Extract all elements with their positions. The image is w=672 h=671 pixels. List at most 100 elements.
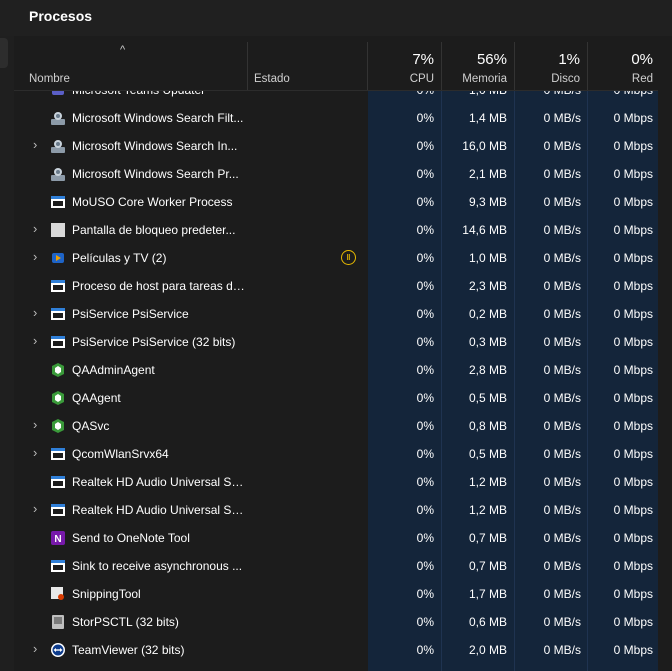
process-row[interactable]: › Pantalla de bloqueo predeter... 0% 14,6 M…: [14, 216, 658, 244]
network-value: 0 Mbps: [613, 251, 653, 265]
cpu-value: 0%: [416, 475, 434, 489]
process-name: QASvc: [72, 419, 110, 433]
expand-chevron-icon[interactable]: ›: [33, 333, 37, 348]
window-app-icon: [50, 306, 66, 322]
cpu-value: 0%: [416, 643, 434, 657]
column-name[interactable]: Nombre: [14, 36, 247, 90]
process-row[interactable]: StorPSCTL (32 bits) 0% 0,6 MB 0 MB/s 0 Mbps: [14, 608, 658, 636]
column-name-label: Nombre: [29, 73, 70, 85]
network-value: 0 Mbps: [613, 419, 653, 433]
network-value: 0 Mbps: [613, 559, 653, 573]
teamviewer-icon: [50, 642, 66, 658]
process-row[interactable]: MoUSO Core Worker Process 0% 9,3 MB 0 MB/s 0…: [14, 188, 658, 216]
disk-value: 0 MB/s: [543, 139, 581, 153]
network-value: 0 Mbps: [613, 587, 653, 601]
process-row[interactable]: Sink to receive asynchronous ... 0% 0,7 MB…: [14, 552, 658, 580]
process-row[interactable]: › PsiService PsiService 0% 0,2 MB 0 MB/s 0 Mb…: [14, 300, 658, 328]
memory-value: 0,3 MB: [468, 335, 507, 349]
process-row[interactable]: › PsiService PsiService (32 bits) 0% 0,3 MB…: [14, 328, 658, 356]
process-row[interactable]: Microsoft Windows Search Filt... 0% 1,4 MB…: [14, 104, 658, 132]
memory-value: 2,1 MB: [468, 167, 507, 181]
disk-value: 0 MB/s: [543, 335, 581, 349]
paused-status-icon: ‖: [341, 250, 356, 265]
column-header-row: ^ Nombre Estado 7% CPU 56% Memoria 1% Di…: [14, 36, 658, 91]
column-network[interactable]: 0% Red: [588, 36, 658, 90]
network-value: 0 Mbps: [613, 475, 653, 489]
disk-value: 0 MB/s: [543, 307, 581, 321]
column-memory[interactable]: 56% Memoria: [442, 36, 514, 90]
process-name: Películas y TV (2): [72, 251, 167, 265]
column-status-label: Estado: [254, 73, 290, 85]
memory-value: 1,0 MB: [468, 251, 507, 265]
network-value: 0 Mbps: [613, 195, 653, 209]
memory-value: 0,6 MB: [468, 615, 507, 629]
cpu-value: 0%: [416, 111, 434, 125]
disk-value: 0 MB/s: [543, 475, 581, 489]
qa-agent-icon: [50, 418, 66, 434]
process-row[interactable]: N Send to OneNote Tool 0% 0,7 MB 0 MB/s 0 Mbp…: [14, 524, 658, 552]
window-app-icon: [50, 278, 66, 294]
disk-value: 0 MB/s: [543, 167, 581, 181]
disk-value: 0 MB/s: [543, 111, 581, 125]
expand-chevron-icon[interactable]: ›: [33, 445, 37, 460]
cpu-value: 0%: [416, 223, 434, 237]
process-row[interactable]: SnippingTool 0% 1,7 MB 0 MB/s 0 Mbps: [14, 580, 658, 608]
process-row[interactable]: Proceso de host para tareas de... 0% 2,3 M…: [14, 272, 658, 300]
process-name: Microsoft Windows Search In...: [72, 139, 238, 153]
process-row[interactable]: › Películas y TV (2) 0% 1,0 MB 0 MB/s 0 Mbps ‖: [14, 244, 658, 272]
window-app-icon: [50, 194, 66, 210]
process-row[interactable]: QAAgent 0% 0,5 MB 0 MB/s 0 Mbps: [14, 384, 658, 412]
process-row[interactable]: QAAdminAgent 0% 2,8 MB 0 MB/s 0 Mbps: [14, 356, 658, 384]
memory-value: 2,0 MB: [468, 643, 507, 657]
disk-value: 0 MB/s: [543, 615, 581, 629]
process-name: Realtek HD Audio Universal Se...: [72, 503, 248, 517]
disk-value: 0 MB/s: [543, 447, 581, 461]
network-value: 0 Mbps: [613, 167, 653, 181]
process-name: PsiService PsiService: [72, 307, 189, 321]
process-row[interactable]: › QcomWlanSrvx64 0% 0,5 MB 0 MB/s 0 Mbps: [14, 440, 658, 468]
expand-chevron-icon[interactable]: ›: [33, 417, 37, 432]
cpu-value: 0%: [416, 307, 434, 321]
disk-value: 0 MB/s: [543, 419, 581, 433]
cpu-percent: 7%: [412, 51, 434, 68]
memory-value: 0,2 MB: [468, 307, 507, 321]
memory-value: 0,7 MB: [468, 559, 507, 573]
cpu-value: 0%: [416, 447, 434, 461]
cpu-value: 0%: [416, 167, 434, 181]
memory-value: 2,3 MB: [468, 279, 507, 293]
expand-chevron-icon[interactable]: ›: [33, 137, 37, 152]
cpu-value: 0%: [416, 587, 434, 601]
process-row[interactable]: › Microsoft Windows Search In... 0% 16,0 MB…: [14, 132, 658, 160]
memory-value: 0,5 MB: [468, 447, 507, 461]
network-value: 0 Mbps: [613, 111, 653, 125]
network-percent: 0%: [631, 51, 653, 68]
column-memory-label: Memoria: [462, 73, 507, 85]
process-row[interactable]: Microsoft Windows Search Pr... 0% 2,1 MB 0 …: [14, 160, 658, 188]
disk-value: 0 MB/s: [543, 195, 581, 209]
column-status[interactable]: Estado: [248, 36, 367, 90]
cpu-value: 0%: [416, 559, 434, 573]
expand-chevron-icon[interactable]: ›: [33, 305, 37, 320]
column-disk[interactable]: 1% Disco: [515, 36, 587, 90]
expand-chevron-icon[interactable]: ›: [33, 249, 37, 264]
column-disk-label: Disco: [551, 73, 580, 85]
snipping-tool-icon: [50, 586, 66, 602]
cpu-value: 0%: [416, 195, 434, 209]
column-cpu-label: CPU: [409, 73, 434, 85]
expand-chevron-icon[interactable]: ›: [33, 641, 37, 656]
memory-percent: 56%: [476, 51, 507, 68]
process-row[interactable]: › TeamViewer (32 bits) 0% 2,0 MB 0 MB/s 0 Mbp…: [14, 636, 658, 664]
process-row[interactable]: › Realtek HD Audio Universal Se... 0% 1,2 M…: [14, 496, 658, 524]
column-cpu[interactable]: 7% CPU: [368, 36, 441, 90]
network-value: 0 Mbps: [613, 643, 653, 657]
vertical-scrollbar[interactable]: [658, 36, 672, 671]
cpu-value: 0%: [416, 503, 434, 517]
expand-chevron-icon[interactable]: ›: [33, 501, 37, 516]
process-name: MoUSO Core Worker Process: [72, 195, 233, 209]
process-row[interactable]: Realtek HD Audio Universal Se... 0% 1,2 MB…: [14, 468, 658, 496]
expand-chevron-icon[interactable]: ›: [33, 221, 37, 236]
process-row[interactable]: › QASvc 0% 0,8 MB 0 MB/s 0 Mbps: [14, 412, 658, 440]
process-name: QcomWlanSrvx64: [72, 447, 169, 461]
disk-value: 0 MB/s: [543, 559, 581, 573]
cpu-value: 0%: [416, 531, 434, 545]
